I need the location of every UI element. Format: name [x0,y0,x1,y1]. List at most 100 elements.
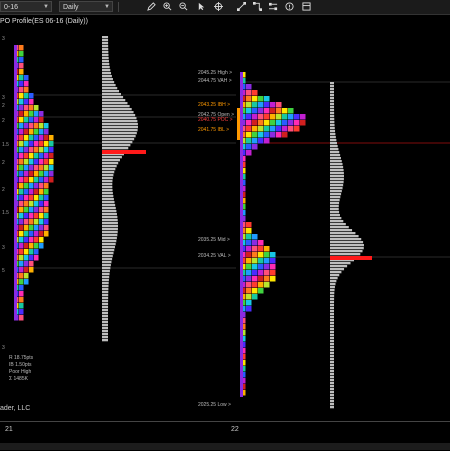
tpo-block [24,267,29,273]
tpo-block [39,189,44,195]
tpo-block [258,258,264,264]
tpo-block [270,120,276,126]
volume-bar [102,129,138,132]
volume-bar [102,294,109,297]
tpo-block [24,81,29,87]
tpo-block [252,282,258,288]
volume-bar [102,237,117,240]
tpo-block [29,105,34,111]
tpo-block [282,114,288,120]
volume-bar [102,99,126,102]
volume-bar [330,403,334,406]
volume-bar [330,283,336,286]
tpo-block [246,270,252,276]
volume-bar [330,169,344,172]
volume-bar [102,102,128,105]
tpo-block [282,108,288,114]
volume-bar [330,226,349,229]
volume-bar [102,303,109,306]
tpo-block [19,177,24,183]
tpo-block [29,243,34,249]
volume-bar [330,217,342,220]
volume-bar [102,246,115,249]
volume-bar [102,258,113,261]
tpo-block [246,132,252,138]
tpo-block [34,129,39,135]
tpo-block [29,177,34,183]
tpo-block [39,141,44,147]
tpo-block [24,195,29,201]
tpo-block [29,189,34,195]
tpo-block [252,120,258,126]
tpo-block [34,207,39,213]
profile-level-label: 3 [2,95,5,101]
tpo-block [19,207,24,213]
tpo-block [246,126,252,132]
volume-bar [330,277,338,280]
tpo-block [282,126,288,132]
tpo-block [44,207,49,213]
volume-bar [102,174,114,177]
volume-bar [330,223,346,226]
tpo-block [19,69,24,75]
tpo-block [270,132,276,138]
tpo-profile-chart[interactable] [0,0,450,421]
tpo-block [258,252,264,258]
volume-bar [102,234,118,237]
volume-bar [102,315,109,318]
tpo-block [24,279,29,285]
tpo-block [34,147,39,153]
volume-bar [102,75,112,78]
tpo-block [252,252,258,258]
tpo-block [270,102,276,108]
tpo-block [19,57,24,63]
tpo-block [264,96,270,102]
tpo-block [270,126,276,132]
volume-bar [330,250,363,253]
volume-bar [330,313,335,316]
tpo-block [246,150,252,156]
volume-bar [330,322,335,325]
profile-stats: R 18.75pts IB 1.50pts Poor High Σ 1485K [9,355,33,383]
tpo-block [34,183,39,189]
tpo-block [19,225,24,231]
volume-bar [102,195,114,198]
volume-bar [102,39,109,42]
tpo-block [264,108,270,114]
volume-bar [330,355,334,358]
tpo-block [39,159,44,165]
volume-bar [330,109,335,112]
volume-bar [102,219,118,222]
price-level-label: 2034.25 VAL > [198,253,231,259]
tpo-block [258,276,264,282]
volume-bar [102,156,122,159]
tpo-block [44,195,49,201]
volume-bar [102,162,119,165]
volume-bar [102,336,109,339]
volume-bar [102,204,116,207]
horizontal-scrollbar[interactable] [0,443,450,450]
tpo-block [39,111,44,117]
volume-bar [102,186,113,189]
volume-bar [102,240,117,243]
volume-bar [330,166,344,169]
tpo-block [24,87,29,93]
volume-bar [330,397,334,400]
tpo-block [252,270,258,276]
tpo-block [24,255,29,261]
tpo-block [246,282,252,288]
tpo-block [258,132,264,138]
volume-bar [330,127,335,130]
tpo-block [24,159,29,165]
volume-bar [102,231,118,234]
volume-bar [102,114,136,117]
tpo-block [282,132,288,138]
volume-bar [102,306,109,309]
tpo-block [246,276,252,282]
volume-bar [102,69,111,72]
volume-bar [330,121,335,124]
volume-bar [330,190,342,193]
volume-bar [330,175,345,178]
volume-bar [330,184,344,187]
tpo-block [258,270,264,276]
